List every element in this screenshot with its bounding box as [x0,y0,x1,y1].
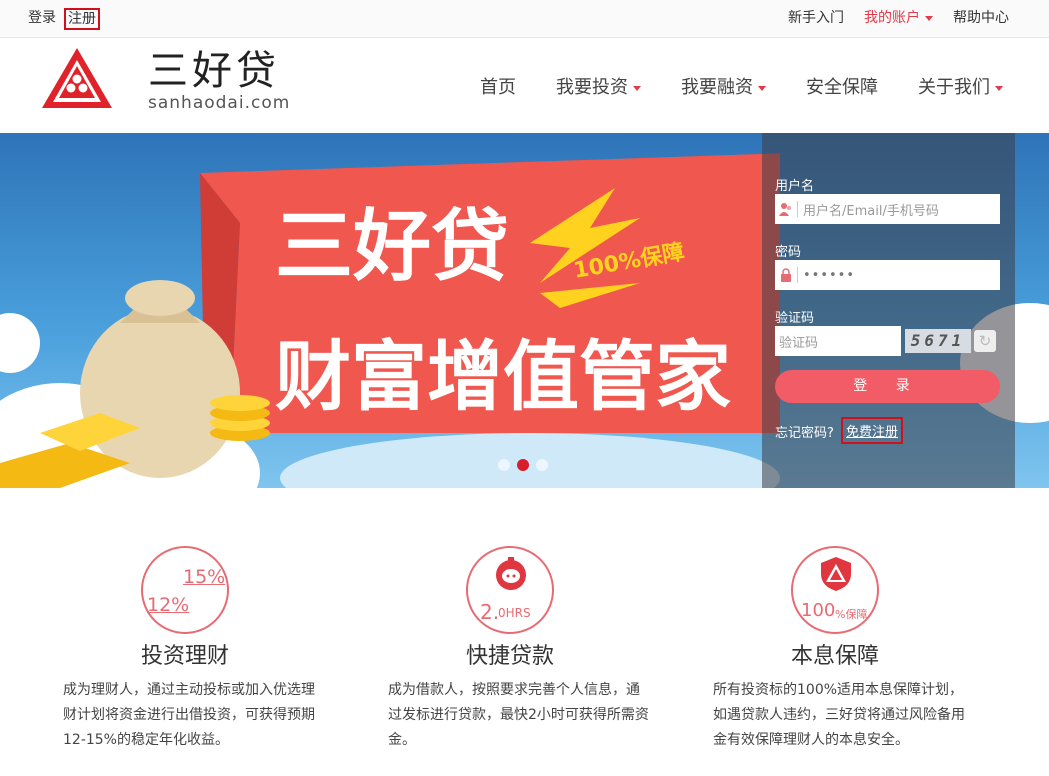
nav-about-label: 关于我们 [918,77,990,98]
hero-banner[interactable]: 三好贷 财富增值管家 100%保障 用户名 用户名/Email/手机号码 密码 … [0,133,1049,488]
username-label: 用户名 [775,179,815,194]
loan-badge-sub: 0HRS [498,606,531,620]
field-separator [797,201,798,217]
my-account-menu[interactable]: 我的账户 [864,9,933,27]
nav-finance-label: 我要融资 [681,77,753,98]
feature-title: 投资理财 [140,644,229,669]
top-bar-links: 新手入门 我的账户 帮助中心 [788,9,1009,27]
login-button[interactable]: 登 录 [775,370,1000,403]
password-value: •••••• [803,267,856,283]
rate-high: 15% [183,566,226,588]
chevron-down-icon [995,85,1003,91]
feature-desc: 所有投资标的100%适用本息保障计划，如遇贷款人违约，三好贷将通过风险备用金有效… [713,682,965,748]
username-field[interactable]: 用户名/Email/手机号码 [775,194,1000,224]
username-placeholder: 用户名/Email/手机号码 [803,203,939,219]
newbie-link[interactable]: 新手入门 [788,9,844,27]
feature-desc: 成为理财人，通过主动投标或加入优选理财计划将资金进行出借投资，可获得预期12-1… [63,682,315,748]
chevron-down-icon [633,85,641,91]
feature-desc: 成为借款人，按照要求完善个人信息，通过发标进行贷款，最快2小时可获得所需资金。 [388,682,649,748]
banner-artwork: 三好贷 财富增值管家 100%保障 [0,153,780,488]
loan-badge-num: 2. [480,600,500,624]
logo-cn: 三好贷 [148,48,280,94]
feature-title: 快捷贷款 [465,644,554,669]
nav-invest-label: 我要投资 [556,77,628,98]
main-nav: 首页 我要投资 我要融资 安全保障 关于我们 [480,76,1003,100]
carousel-dot-active[interactable] [517,459,529,471]
nav-security[interactable]: 安全保障 [806,76,878,100]
site-header: 三好贷 sanhaodai.com 首页 我要投资 我要融资 安全保障 关于我们 [0,38,1049,133]
register-link[interactable]: 注册 [64,8,100,30]
chevron-down-icon [925,15,933,21]
captcha-image[interactable]: 5671 [905,329,971,353]
logo-icon[interactable] [40,46,114,110]
headline-2: 财富增值管家 [275,332,731,421]
feature-loan: 2. 0HRS 快捷贷款 成为借款人，按照要求完善个人信息，通过发标进行贷款，最… [370,546,650,753]
headline-1: 三好贷 [275,202,509,292]
password-field[interactable]: •••••• [775,260,1000,290]
feature-invest: 15% 12% 投资理财 成为理财人，通过主动投标或加入优选理财计划将资金进行出… [45,546,325,753]
captcha-label: 验证码 [775,311,815,326]
feature-guarantee: 100 %保障 本息保障 所有投资标的100%适用本息保障计划，如遇贷款人违约，… [695,546,975,753]
nav-home[interactable]: 首页 [480,76,516,100]
refresh-icon[interactable]: ↻ [974,330,996,352]
logo-en: sanhaodai.com [148,93,291,113]
rate-low: 12% [147,594,190,616]
carousel-dots [498,459,548,471]
my-account-label: 我的账户 [864,10,920,26]
captcha-placeholder: 验证码 [779,335,819,351]
nav-invest[interactable]: 我要投资 [556,76,641,100]
logo-wordmark[interactable]: 三好贷 sanhaodai.com [148,48,290,112]
shield-icon: 100 %保障 [791,546,879,634]
help-center-link[interactable]: 帮助中心 [953,9,1009,27]
user-icon [775,194,797,224]
forgot-password-link[interactable]: 忘记密码? [775,422,834,441]
top-bar-auth: 登录 注册 [28,8,100,30]
free-register-link[interactable]: 免费注册 [841,417,904,444]
feature-title: 本息保障 [790,644,879,669]
login-link[interactable]: 登录 [28,9,56,30]
guarantee-badge-num: 100 [801,600,836,621]
field-separator [797,267,798,283]
nav-finance[interactable]: 我要融资 [681,76,766,100]
chevron-down-icon [758,85,766,91]
password-label: 密码 [775,245,802,260]
piggy-bank-icon: 2. 0HRS [466,546,554,634]
login-panel: 用户名 用户名/Email/手机号码 密码 •••••• 验证码 验证码 567… [762,133,1015,488]
captcha-input[interactable]: 验证码 [775,326,901,356]
lock-icon [775,260,797,290]
rate-badge-icon: 15% 12% [141,546,229,634]
top-bar: 登录 注册 新手入门 我的账户 帮助中心 [0,0,1049,38]
guarantee-badge-sub: %保障 [835,608,868,621]
nav-about[interactable]: 关于我们 [918,76,1003,100]
carousel-dot[interactable] [498,459,510,471]
carousel-dot[interactable] [536,459,548,471]
